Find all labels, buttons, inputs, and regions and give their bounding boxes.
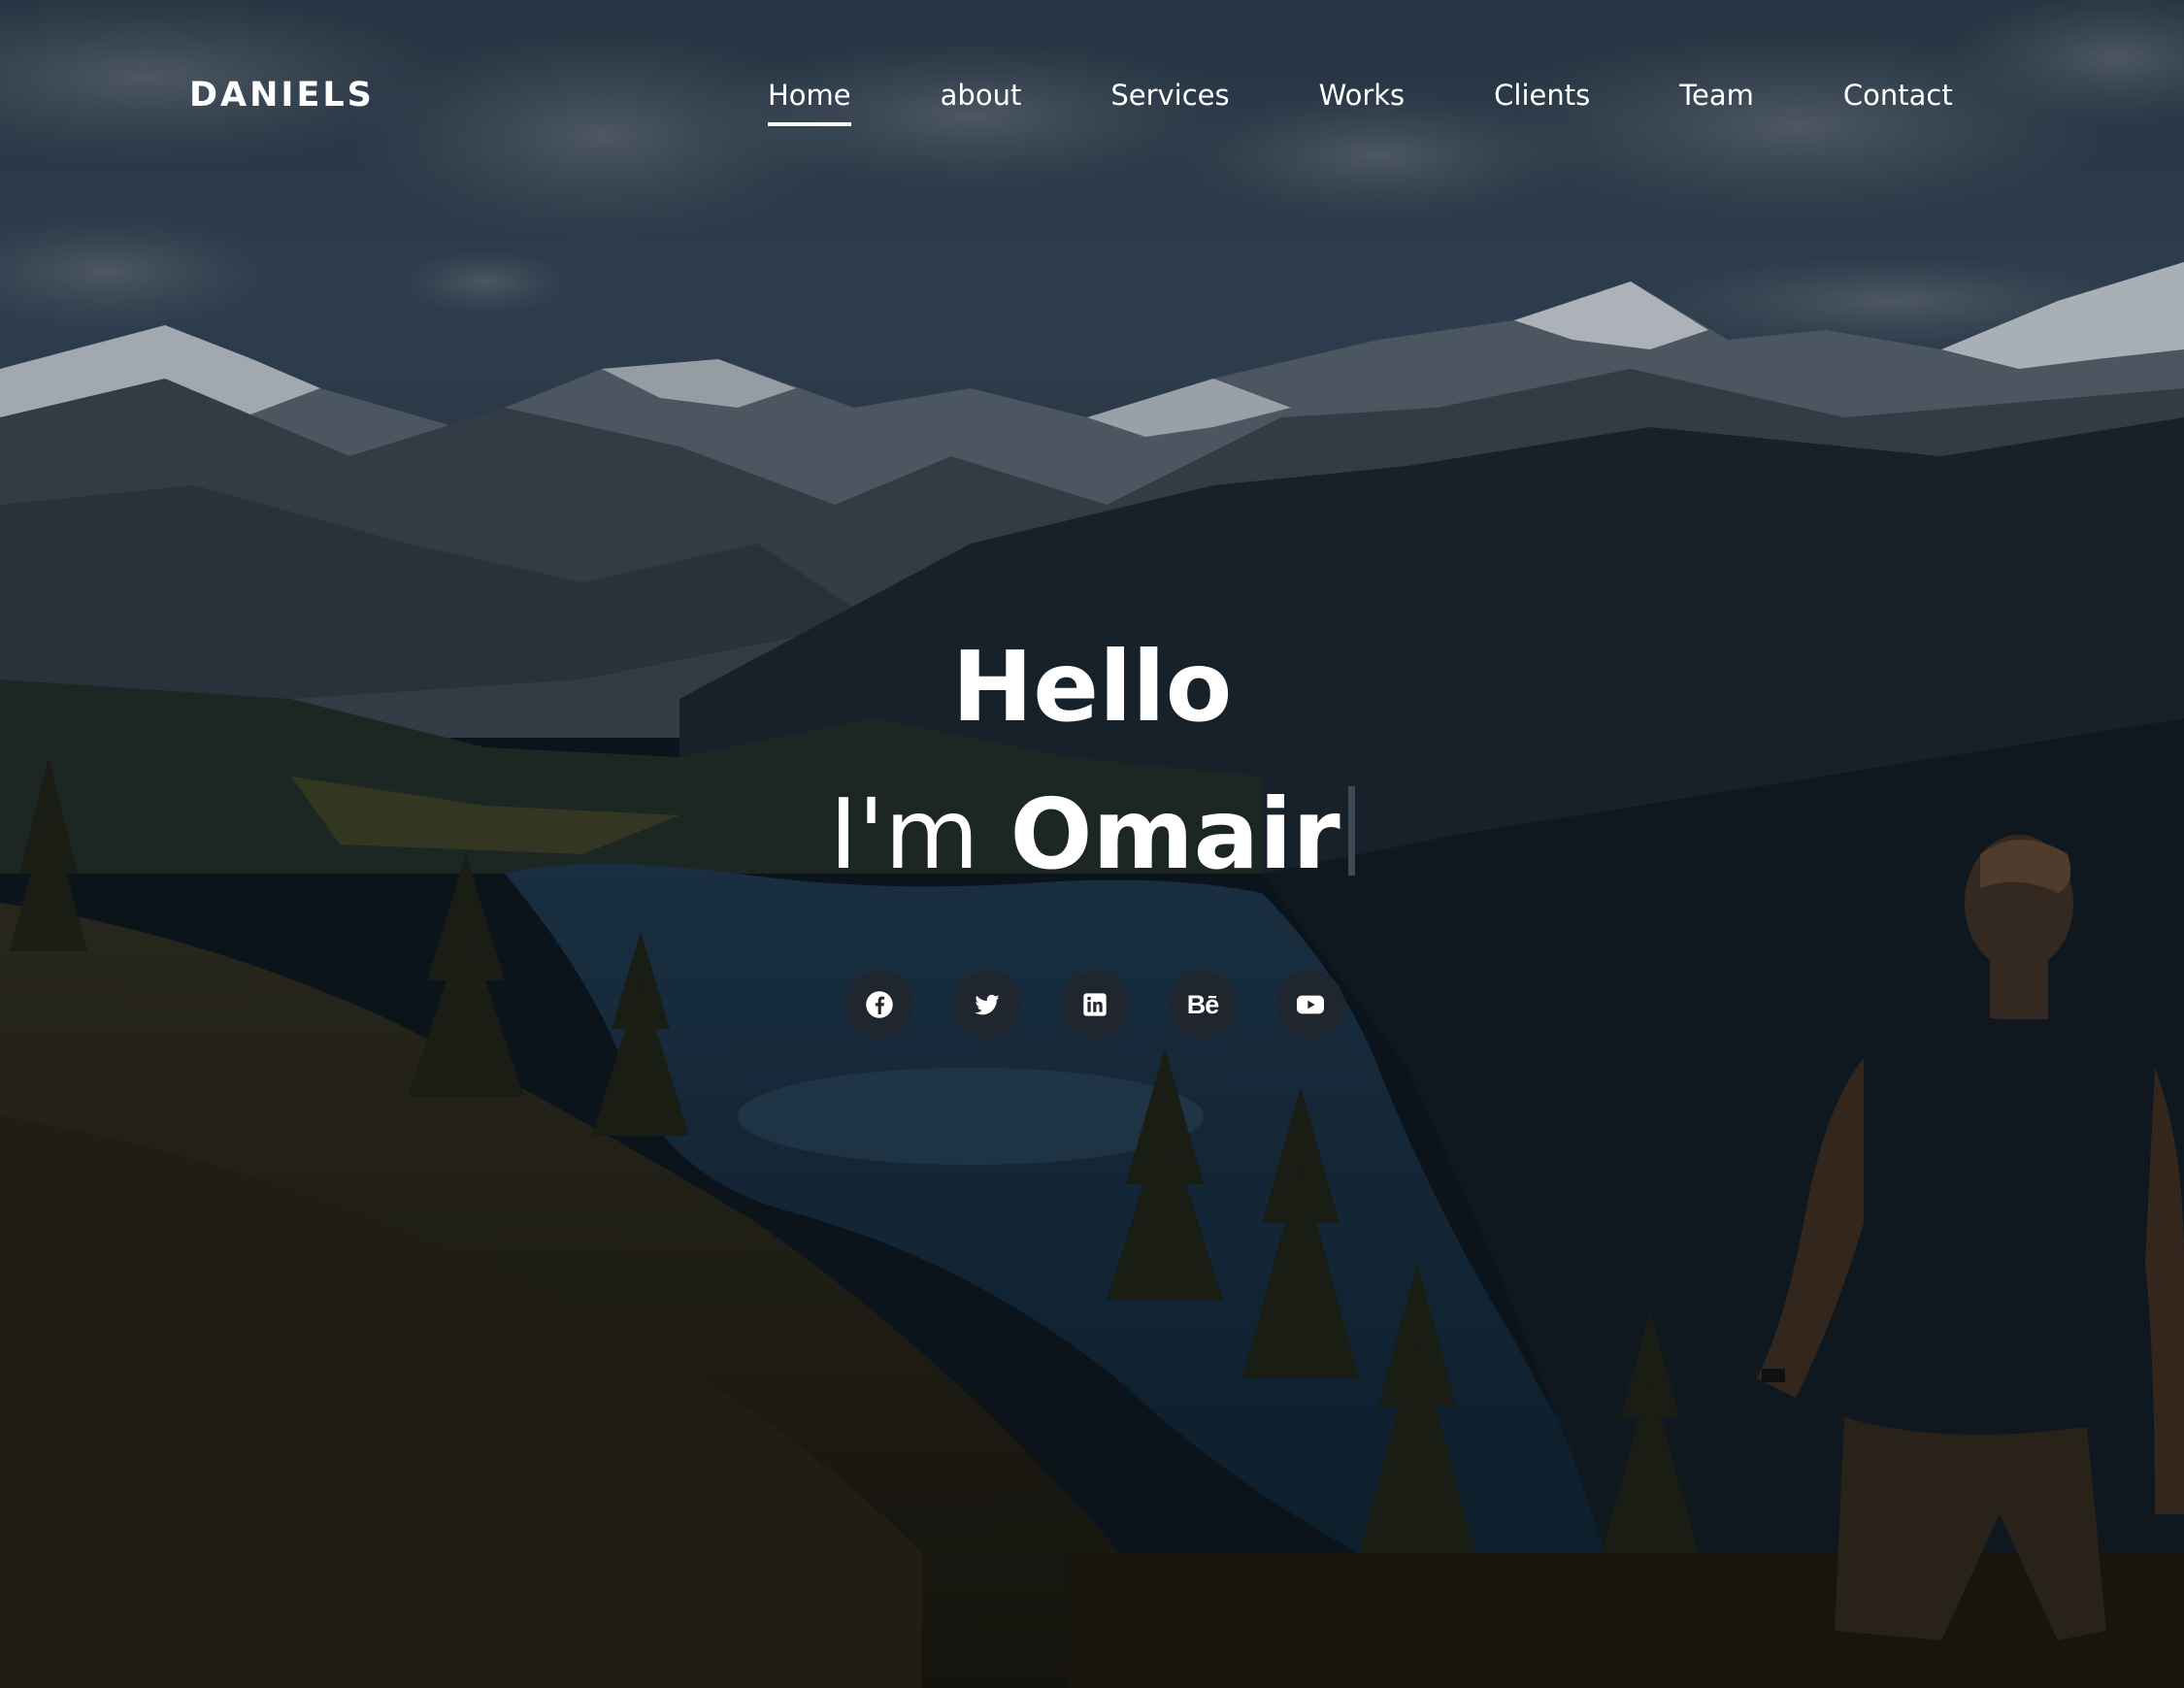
hero-intro-prefix: I'm (829, 778, 1010, 891)
twitter-icon (975, 994, 1000, 1015)
twitter-link[interactable] (953, 971, 1021, 1039)
typing-cursor (1347, 786, 1355, 876)
hero-greeting: Hello (951, 630, 1233, 744)
youtube-icon (1297, 995, 1324, 1014)
nav-contact[interactable]: Contact (1843, 74, 1953, 116)
hero-intro: I'm Omair (0, 777, 2184, 893)
nav-clients[interactable]: Clients (1494, 74, 1590, 116)
facebook-link[interactable] (845, 971, 913, 1039)
hero-intro-name: Omair (1009, 778, 1340, 891)
social-links: Bē (845, 971, 1344, 1039)
linkedin-link[interactable] (1061, 971, 1129, 1039)
linkedin-icon (1083, 993, 1107, 1016)
behance-link[interactable]: Bē (1169, 971, 1237, 1039)
nav-about[interactable]: about (941, 74, 1022, 116)
main-nav: Home about Services Works Clients Team C… (768, 74, 1953, 126)
site-logo[interactable]: DANIELS (189, 74, 375, 116)
behance-icon: Bē (1186, 989, 1220, 1019)
nav-works[interactable]: Works (1319, 74, 1406, 116)
nav-team[interactable]: Team (1679, 74, 1754, 116)
hero-section: DANIELS Home about Services Works Client… (0, 0, 2184, 1688)
youtube-link[interactable] (1276, 971, 1344, 1039)
nav-home[interactable]: Home (768, 74, 851, 126)
nav-services[interactable]: Services (1110, 74, 1229, 116)
facebook-icon (866, 991, 893, 1018)
